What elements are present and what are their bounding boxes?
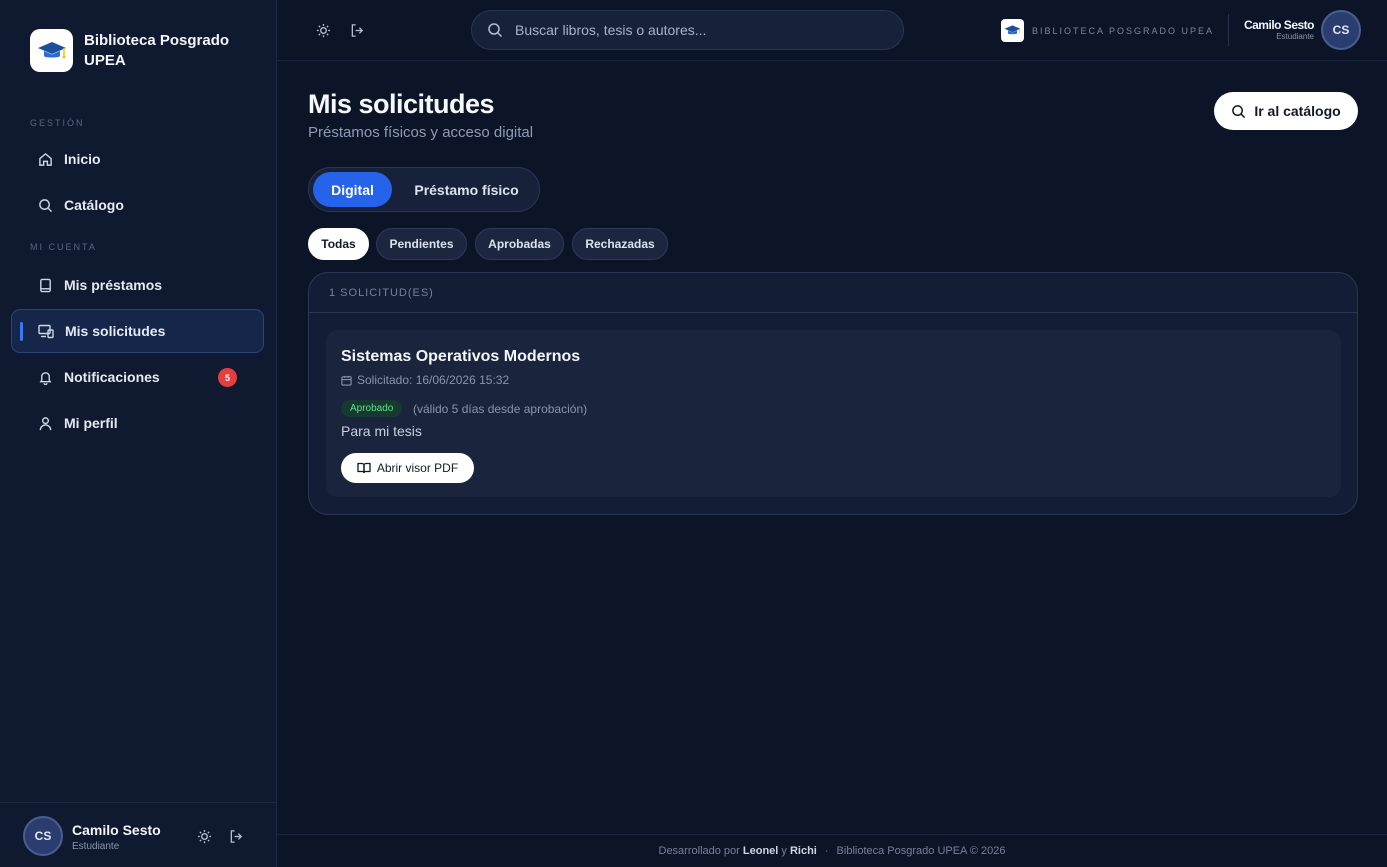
filter-rechazadas[interactable]: Rechazadas — [572, 228, 668, 260]
section-label-gestion: GESTIÓN — [30, 118, 85, 128]
avatar[interactable]: CS — [23, 816, 63, 856]
status-note: (válido 5 días desde aprobación) — [413, 402, 588, 416]
sidebar: Biblioteca Posgrado UPEA GESTIÓN Inicio … — [0, 0, 277, 867]
sidebar-item-inicio[interactable]: Inicio — [11, 137, 264, 181]
sidebar-item-mis-prestamos[interactable]: Mis préstamos — [11, 263, 264, 307]
graduation-cap-logo — [1001, 19, 1024, 42]
sidebar-item-label: Mi perfil — [64, 415, 118, 431]
divider — [1228, 14, 1229, 46]
search-bar[interactable] — [471, 10, 904, 50]
brand-name: Biblioteca Posgrado UPEA — [84, 31, 230, 69]
search-icon — [1231, 104, 1246, 119]
sidebar-item-label: Mis préstamos — [64, 277, 163, 293]
sidebar-item-mi-perfil[interactable]: Mi perfil — [11, 401, 264, 445]
search-input[interactable] — [515, 22, 875, 38]
brand[interactable]: Biblioteca Posgrado UPEA — [30, 29, 244, 72]
user-name: Camilo Sesto — [72, 822, 161, 838]
requests-panel: 1 SOLICITUD(ES) Sistemas Operativos Mode… — [308, 272, 1358, 515]
open-pdf-viewer-label: Abrir visor PDF — [376, 461, 459, 475]
theme-toggle-sun-icon[interactable] — [196, 828, 212, 844]
user-role: Estudiante — [1276, 32, 1314, 41]
sidebar-item-label: Catálogo — [64, 197, 124, 213]
sidebar-item-mis-solicitudes[interactable]: Mis solicitudes — [11, 309, 264, 353]
footer: Desarrollado por Leonel y Richi · Biblio… — [277, 834, 1387, 867]
book-icon — [37, 277, 53, 293]
footer-separator: · — [824, 845, 829, 857]
user-role: Estudiante — [72, 841, 120, 852]
footer-author-1: Leonel — [742, 845, 779, 857]
sidebar-item-catalogo[interactable]: Catálogo — [11, 183, 264, 227]
section-label-mi-cuenta: MI CUENTA — [30, 242, 97, 252]
page-subtitle: Préstamos físicos y acceso digital — [308, 124, 534, 141]
logout-icon[interactable] — [348, 21, 366, 39]
avatar[interactable]: CS — [1321, 10, 1361, 50]
request-card: Sistemas Operativos Modernos Solicitado:… — [326, 330, 1341, 497]
page-title: Mis solicitudes — [308, 89, 495, 119]
sidebar-item-label: Notificaciones — [64, 369, 160, 385]
sidebar-item-label: Inicio — [64, 151, 101, 167]
request-type-toggle: Digital Préstamo físico — [308, 167, 540, 212]
top-brand-label: BIBLIOTECA POSGRADO UPEA — [1032, 25, 1215, 36]
status-badge: Aprobado — [341, 400, 403, 417]
devices-icon — [38, 323, 54, 339]
tab-prestamo-fisico[interactable]: Préstamo físico — [399, 172, 534, 207]
bell-icon — [37, 369, 53, 385]
sidebar-item-label: Mis solicitudes — [65, 323, 166, 339]
calendar-icon — [341, 375, 352, 386]
graduation-cap-logo — [30, 29, 73, 72]
filter-pendientes[interactable]: Pendientes — [376, 228, 467, 260]
filter-aprobadas[interactable]: Aprobadas — [475, 228, 564, 260]
footer-author-2: Richi — [789, 845, 817, 857]
user-name: Camilo Sesto — [1243, 18, 1315, 32]
request-title: Sistemas Operativos Modernos — [341, 348, 581, 365]
footer-copyright: Biblioteca Posgrado UPEA © 2026 — [836, 845, 1006, 857]
open-book-icon — [357, 462, 371, 474]
open-pdf-viewer-button[interactable]: Abrir visor PDF — [341, 453, 474, 483]
search-icon — [37, 197, 53, 213]
go-to-catalog-label: Ir al catálogo — [1254, 103, 1341, 119]
go-to-catalog-button[interactable]: Ir al catálogo — [1214, 92, 1358, 130]
footer-prefix: Desarrollado por — [658, 845, 740, 857]
sidebar-user-panel: CS Camilo Sesto Estudiante — [0, 802, 277, 867]
search-icon — [487, 22, 503, 38]
logout-icon[interactable] — [228, 828, 244, 844]
theme-toggle-sun-icon[interactable] — [314, 21, 332, 39]
footer-conj: y — [781, 845, 787, 857]
home-icon — [37, 151, 53, 167]
request-date-text: Solicitado: 16/06/2026 15:32 — [357, 373, 510, 387]
notification-count-badge: 5 — [218, 368, 237, 387]
request-date: Solicitado: 16/06/2026 15:32 — [341, 373, 509, 387]
user-icon — [37, 415, 53, 431]
tab-digital[interactable]: Digital — [313, 172, 392, 207]
results-count: 1 SOLICITUD(ES) — [309, 273, 1357, 313]
filter-todas[interactable]: Todas — [308, 228, 369, 260]
request-reason: Para mi tesis — [341, 423, 422, 439]
sidebar-item-notificaciones[interactable]: Notificaciones 5 — [11, 355, 264, 399]
topbar: BIBLIOTECA POSGRADO UPEA Camilo Sesto Es… — [277, 0, 1387, 61]
top-brand: BIBLIOTECA POSGRADO UPEA — [1001, 19, 1214, 42]
